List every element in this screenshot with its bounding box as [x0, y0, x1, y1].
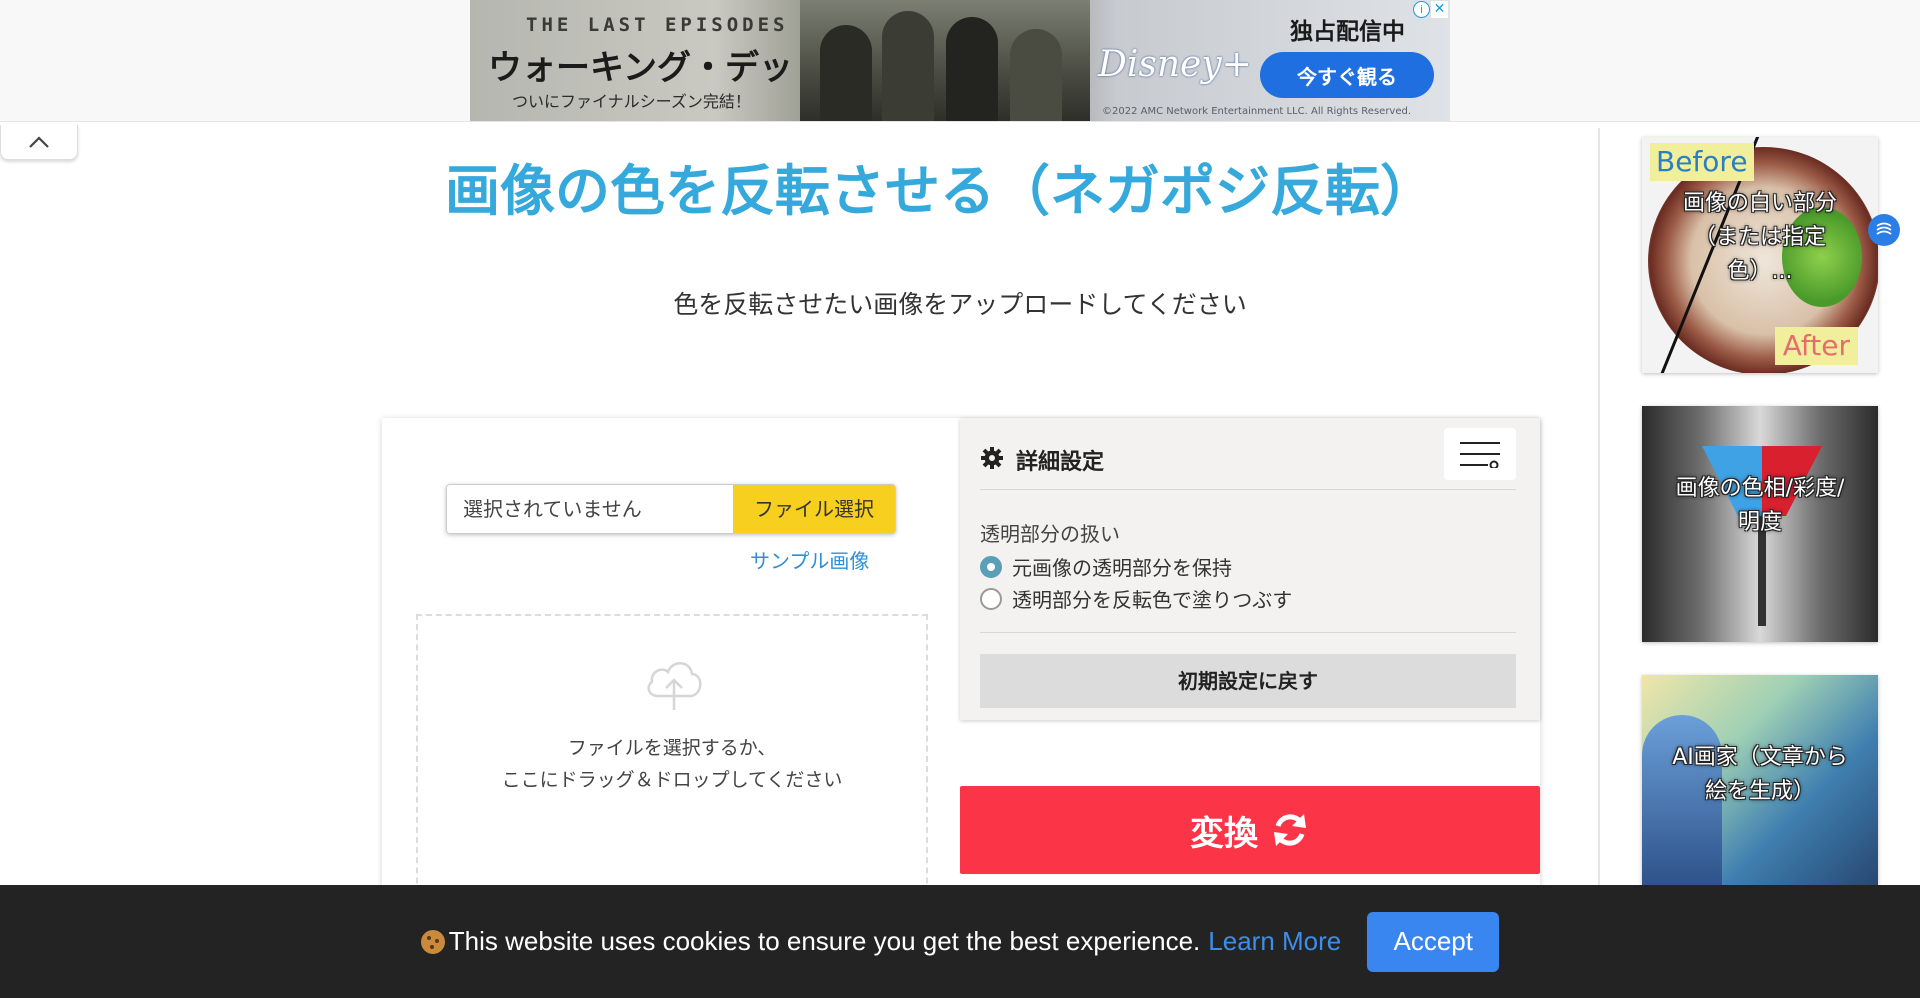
cookie-banner: This website uses cookies to ensure you …: [0, 885, 1920, 998]
transparency-label: 透明部分の扱い: [980, 522, 1120, 546]
sidebar-divider: [1598, 128, 1600, 888]
file-select-button[interactable]: ファイル選択: [733, 485, 895, 533]
cloud-upload-icon: [647, 662, 702, 710]
drop-text-line-1: ファイルを選択するか、: [567, 737, 777, 759]
convert-label: 変換: [1190, 813, 1258, 854]
ad-watch-button[interactable]: 今すぐ観る: [1260, 52, 1434, 98]
after-label: After: [1774, 327, 1858, 365]
radio-keep-transparency[interactable]: 元画像の透明部分を保持: [980, 552, 1232, 581]
ad-photo: [800, 0, 1090, 121]
drop-text-line-2: ここにドラッグ＆ドロップしてください: [501, 769, 843, 791]
file-status: 選択されていません: [447, 485, 733, 533]
before-label: Before: [1650, 143, 1754, 181]
sidebar-card-ai-painter[interactable]: AI画家（文章から絵を生成）: [1642, 675, 1878, 890]
settings-title: 詳細設定: [1016, 450, 1105, 475]
translate-icon: [1876, 222, 1892, 235]
tool-card: 選択されていません ファイル選択 サンプル画像 ファイルを選択するか、 ここにド…: [382, 418, 1540, 914]
ad-info-icon[interactable]: i: [1413, 1, 1430, 18]
drop-zone[interactable]: ファイルを選択するか、 ここにドラッグ＆ドロップしてください: [416, 614, 928, 914]
ad-exclusive: 独占配信中: [1290, 19, 1405, 45]
settings-menu-button[interactable]: [1444, 428, 1516, 480]
ad-subtitle: ついにファイナルシーズン完結！: [512, 92, 751, 111]
radio-button-checked[interactable]: [980, 555, 1002, 578]
learn-more-link[interactable]: Learn More: [1208, 926, 1341, 957]
refresh-icon: [1274, 814, 1306, 846]
sample-image-link[interactable]: サンプル画像: [750, 545, 869, 574]
radio-button[interactable]: [980, 587, 1002, 610]
ad-brand: Disney+: [1098, 44, 1252, 85]
page-subtitle: 色を反転させたい画像をアップロードしてください: [673, 290, 1247, 319]
card-caption: 画像の白い部分（または指定色）...: [1682, 191, 1837, 284]
settings-header: 詳細設定: [980, 428, 1516, 490]
page-title: 画像の色を反転させる（ネガポジ反転）: [444, 159, 1435, 223]
gear-icon: [981, 447, 1003, 469]
file-picker[interactable]: 選択されていません ファイル選択: [446, 484, 896, 534]
sidebar-card-hue-saturation[interactable]: 画像の色相/彩度/明度: [1642, 406, 1878, 642]
ad-close-icon[interactable]: ✕: [1431, 1, 1448, 18]
sidebar-card-white-replace[interactable]: Before After 画像の白い部分（または指定色）...: [1642, 137, 1878, 373]
radio-label: 元画像の透明部分を保持: [1012, 556, 1232, 580]
drop-instructions: ファイルを選択するか、 ここにドラッグ＆ドロップしてください: [418, 732, 926, 796]
settings-divider: [980, 632, 1516, 633]
cookie-icon: [420, 929, 445, 954]
convert-button[interactable]: 変換: [960, 786, 1540, 874]
floating-translate-icon[interactable]: [1868, 214, 1900, 246]
settings-panel: 詳細設定 透明部分の扱い 元画像の透明部分を保持 透明部分を反転色で塗りつぶす …: [960, 418, 1540, 720]
ad-title: ウォーキング・デッド: [488, 48, 827, 88]
menu-lines-icon: [1460, 442, 1500, 468]
card-caption: AI画家（文章から絵を生成）: [1672, 745, 1848, 804]
advertisement-banner[interactable]: THE LAST EPISODES ウォーキング・デッド ついにファイナルシーズ…: [470, 0, 1450, 121]
radio-label: 透明部分を反転色で塗りつぶす: [1012, 588, 1293, 612]
reset-settings-button[interactable]: 初期設定に戻す: [980, 654, 1516, 708]
cookie-message: This website uses cookies to ensure you …: [448, 926, 1201, 956]
card-caption: 画像の色相/彩度/明度: [1675, 476, 1845, 535]
ad-tagline: THE LAST EPISODES: [526, 14, 789, 36]
accept-cookies-button[interactable]: Accept: [1367, 911, 1500, 972]
ad-copyright: ©2022 AMC Network Entertainment LLC. All…: [1102, 106, 1412, 117]
top-ad-bar: THE LAST EPISODES ウォーキング・デッド ついにファイナルシーズ…: [0, 0, 1920, 122]
radio-fill-transparency[interactable]: 透明部分を反転色で塗りつぶす: [980, 584, 1292, 613]
